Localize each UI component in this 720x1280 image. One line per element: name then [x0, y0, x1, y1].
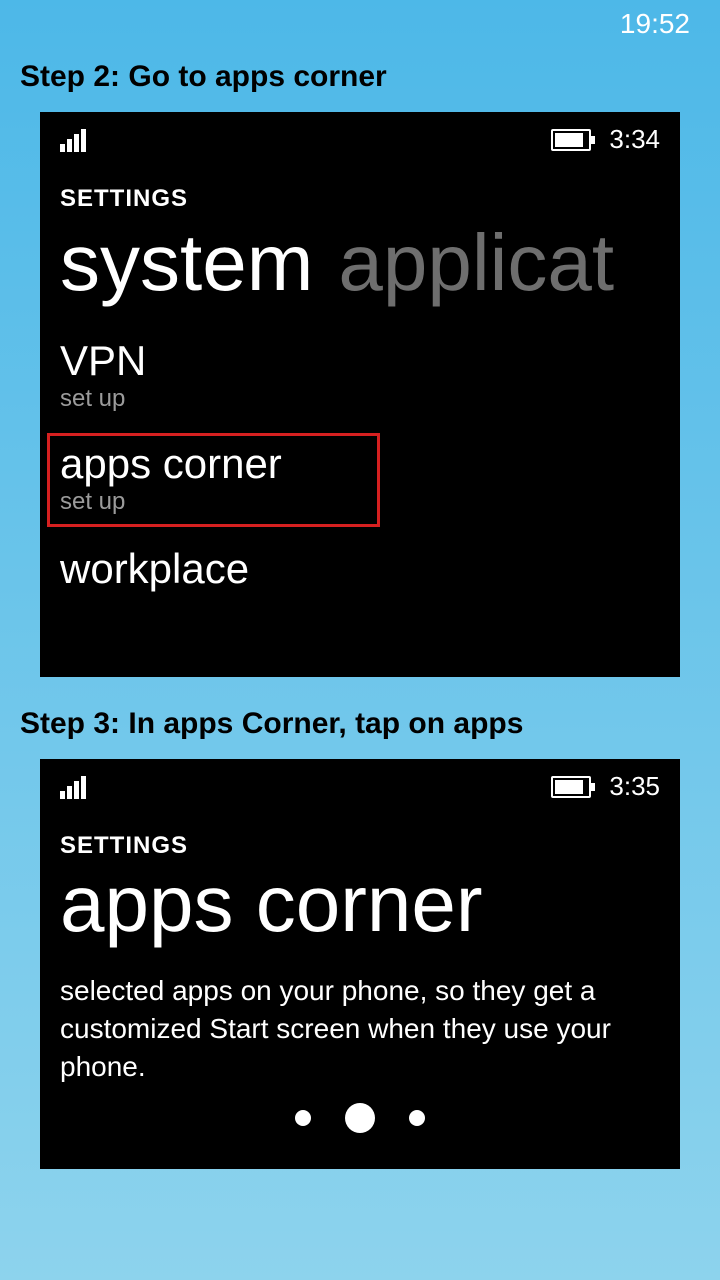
- settings-item-title: apps corner: [60, 442, 367, 486]
- settings-item-apps-corner[interactable]: apps corner set up: [47, 433, 380, 527]
- step3-heading: Step 3: In apps Corner, tap on apps: [0, 677, 720, 759]
- settings-label: SETTINGS: [40, 808, 680, 864]
- signal-icon: [60, 775, 86, 799]
- status-right: 3:34: [551, 124, 660, 155]
- page-dot[interactable]: [295, 1110, 311, 1126]
- phone-screenshot-2: 3:35 SETTINGS apps corner selected apps …: [40, 759, 680, 1169]
- outer-status-time: 19:52: [620, 8, 690, 40]
- signal-icon: [60, 128, 86, 152]
- description-text: selected apps on your phone, so they get…: [40, 944, 680, 1085]
- settings-item-workplace[interactable]: workplace: [60, 547, 660, 591]
- battery-icon: [551, 129, 591, 151]
- settings-item-subtitle: set up: [60, 385, 660, 413]
- step2-heading: Step 2: Go to apps corner: [0, 0, 720, 112]
- settings-label: SETTINGS: [40, 161, 680, 217]
- page-dot[interactable]: [409, 1110, 425, 1126]
- page-indicators: [40, 1085, 680, 1145]
- settings-item-title: VPN: [60, 339, 660, 383]
- tab-applications[interactable]: applicat: [338, 217, 614, 309]
- phone-status-bar: 3:34: [40, 112, 680, 161]
- page-title: apps corner: [40, 864, 680, 944]
- phone-time: 3:35: [609, 771, 660, 802]
- settings-item-vpn[interactable]: VPN set up: [60, 339, 660, 413]
- phone-status-bar: 3:35: [40, 759, 680, 808]
- settings-item-subtitle: set up: [60, 488, 367, 516]
- settings-list: VPN set up apps corner set up workplace: [40, 309, 680, 591]
- phone-time: 3:34: [609, 124, 660, 155]
- status-right: 3:35: [551, 771, 660, 802]
- tab-row: system applicat: [40, 217, 680, 309]
- phone-screenshot-1: 3:34 SETTINGS system applicat VPN set up…: [40, 112, 680, 677]
- battery-icon: [551, 776, 591, 798]
- page-dot-active[interactable]: [345, 1103, 375, 1133]
- settings-item-title: workplace: [60, 547, 660, 591]
- tab-system[interactable]: system: [60, 217, 313, 309]
